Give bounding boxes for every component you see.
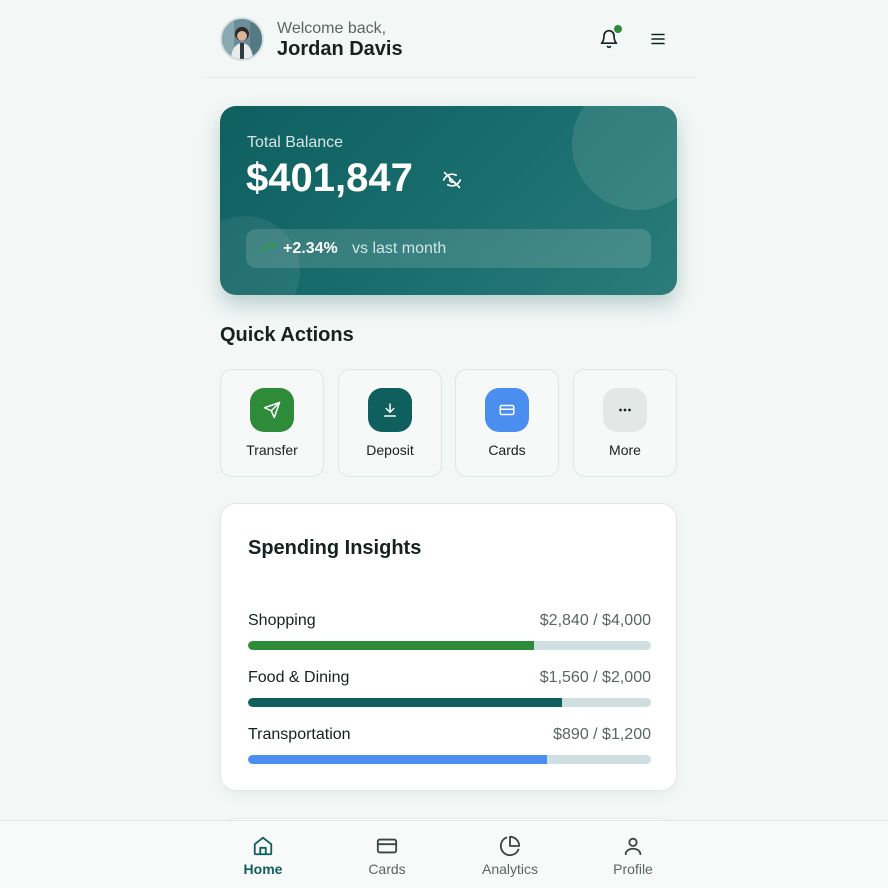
nav-analytics-label: Analytics: [481, 861, 539, 877]
category-amount: $890 / $1,200: [553, 726, 651, 743]
balance-change-pill: +2.34% vs last month: [246, 229, 651, 268]
category-amount: $1,560 / $2,000: [539, 669, 651, 686]
progress-fill: [248, 755, 548, 764]
category-name: Food & Dining: [248, 669, 350, 686]
avatar[interactable]: [220, 17, 264, 61]
cards-button[interactable]: Cards: [455, 369, 559, 477]
more-button[interactable]: More: [573, 369, 677, 477]
progress-fill: [248, 641, 535, 650]
decorative-circle: [572, 106, 677, 210]
balance-change-percent: +2.34%: [283, 240, 338, 257]
balance-card: Total Balance $401,847 +2.34% vs last mo…: [220, 106, 677, 295]
send-icon: [250, 388, 294, 432]
more-dots-icon: [603, 388, 647, 432]
user-name: Jordan Davis: [277, 38, 403, 60]
credit-card-icon: [485, 388, 529, 432]
welcome-text: Welcome back,: [277, 20, 387, 37]
eye-off-icon: [442, 171, 462, 189]
quick-actions-title: Quick Actions: [220, 324, 354, 346]
credit-card-icon: [375, 834, 399, 858]
progress-fill: [248, 698, 563, 707]
progress-track: [248, 641, 651, 650]
menu-button[interactable]: [644, 25, 672, 53]
balance-label: Total Balance: [247, 134, 344, 151]
pie-chart-icon: [498, 834, 522, 858]
bottom-navigation: Home Cards Analytics Profile: [0, 820, 888, 888]
nav-profile[interactable]: Profile: [587, 821, 679, 888]
header: Welcome back, Jordan Davis: [203, 0, 695, 78]
balance-amount: $401,847: [246, 156, 413, 200]
hamburger-menu-icon: [651, 33, 665, 45]
nav-cards[interactable]: Cards: [341, 821, 433, 888]
progress-track: [248, 755, 651, 764]
nav-profile-label: Profile: [613, 861, 653, 877]
spending-category-shopping[interactable]: Shopping $2,840 / $4,000: [248, 612, 651, 662]
category-name: Transportation: [248, 726, 351, 743]
category-amount: $2,840 / $4,000: [539, 612, 651, 629]
cards-label: Cards: [488, 442, 526, 458]
deposit-label: Deposit: [366, 442, 414, 458]
toggle-balance-visibility-button[interactable]: [442, 170, 462, 195]
nav-home-label: Home: [243, 861, 283, 877]
more-label: More: [609, 442, 641, 458]
spending-insights-title: Spending Insights: [248, 537, 422, 559]
home-icon: [251, 834, 275, 858]
spending-category-transportation[interactable]: Transportation $890 / $1,200: [248, 726, 651, 776]
nav-home[interactable]: Home: [217, 821, 309, 888]
progress-track: [248, 698, 651, 707]
user-icon: [621, 834, 645, 858]
spending-insights-card: Spending Insights Shopping $2,840 / $4,0…: [220, 503, 677, 791]
category-name: Shopping: [248, 612, 316, 629]
nav-analytics[interactable]: Analytics: [464, 821, 556, 888]
nav-cards-label: Cards: [368, 861, 406, 877]
app-screen: Welcome back, Jordan Davis Total Balance…: [203, 0, 695, 888]
avatar-photo: [222, 19, 262, 59]
transfer-label: Transfer: [246, 442, 298, 458]
notification-badge: [614, 25, 622, 33]
deposit-button[interactable]: Deposit: [338, 369, 442, 477]
trending-up-icon: [258, 240, 276, 261]
download-icon: [368, 388, 412, 432]
spending-category-food-dining[interactable]: Food & Dining $1,560 / $2,000: [248, 669, 651, 719]
transfer-button[interactable]: Transfer: [220, 369, 324, 477]
balance-change-text: vs last month: [352, 240, 447, 257]
